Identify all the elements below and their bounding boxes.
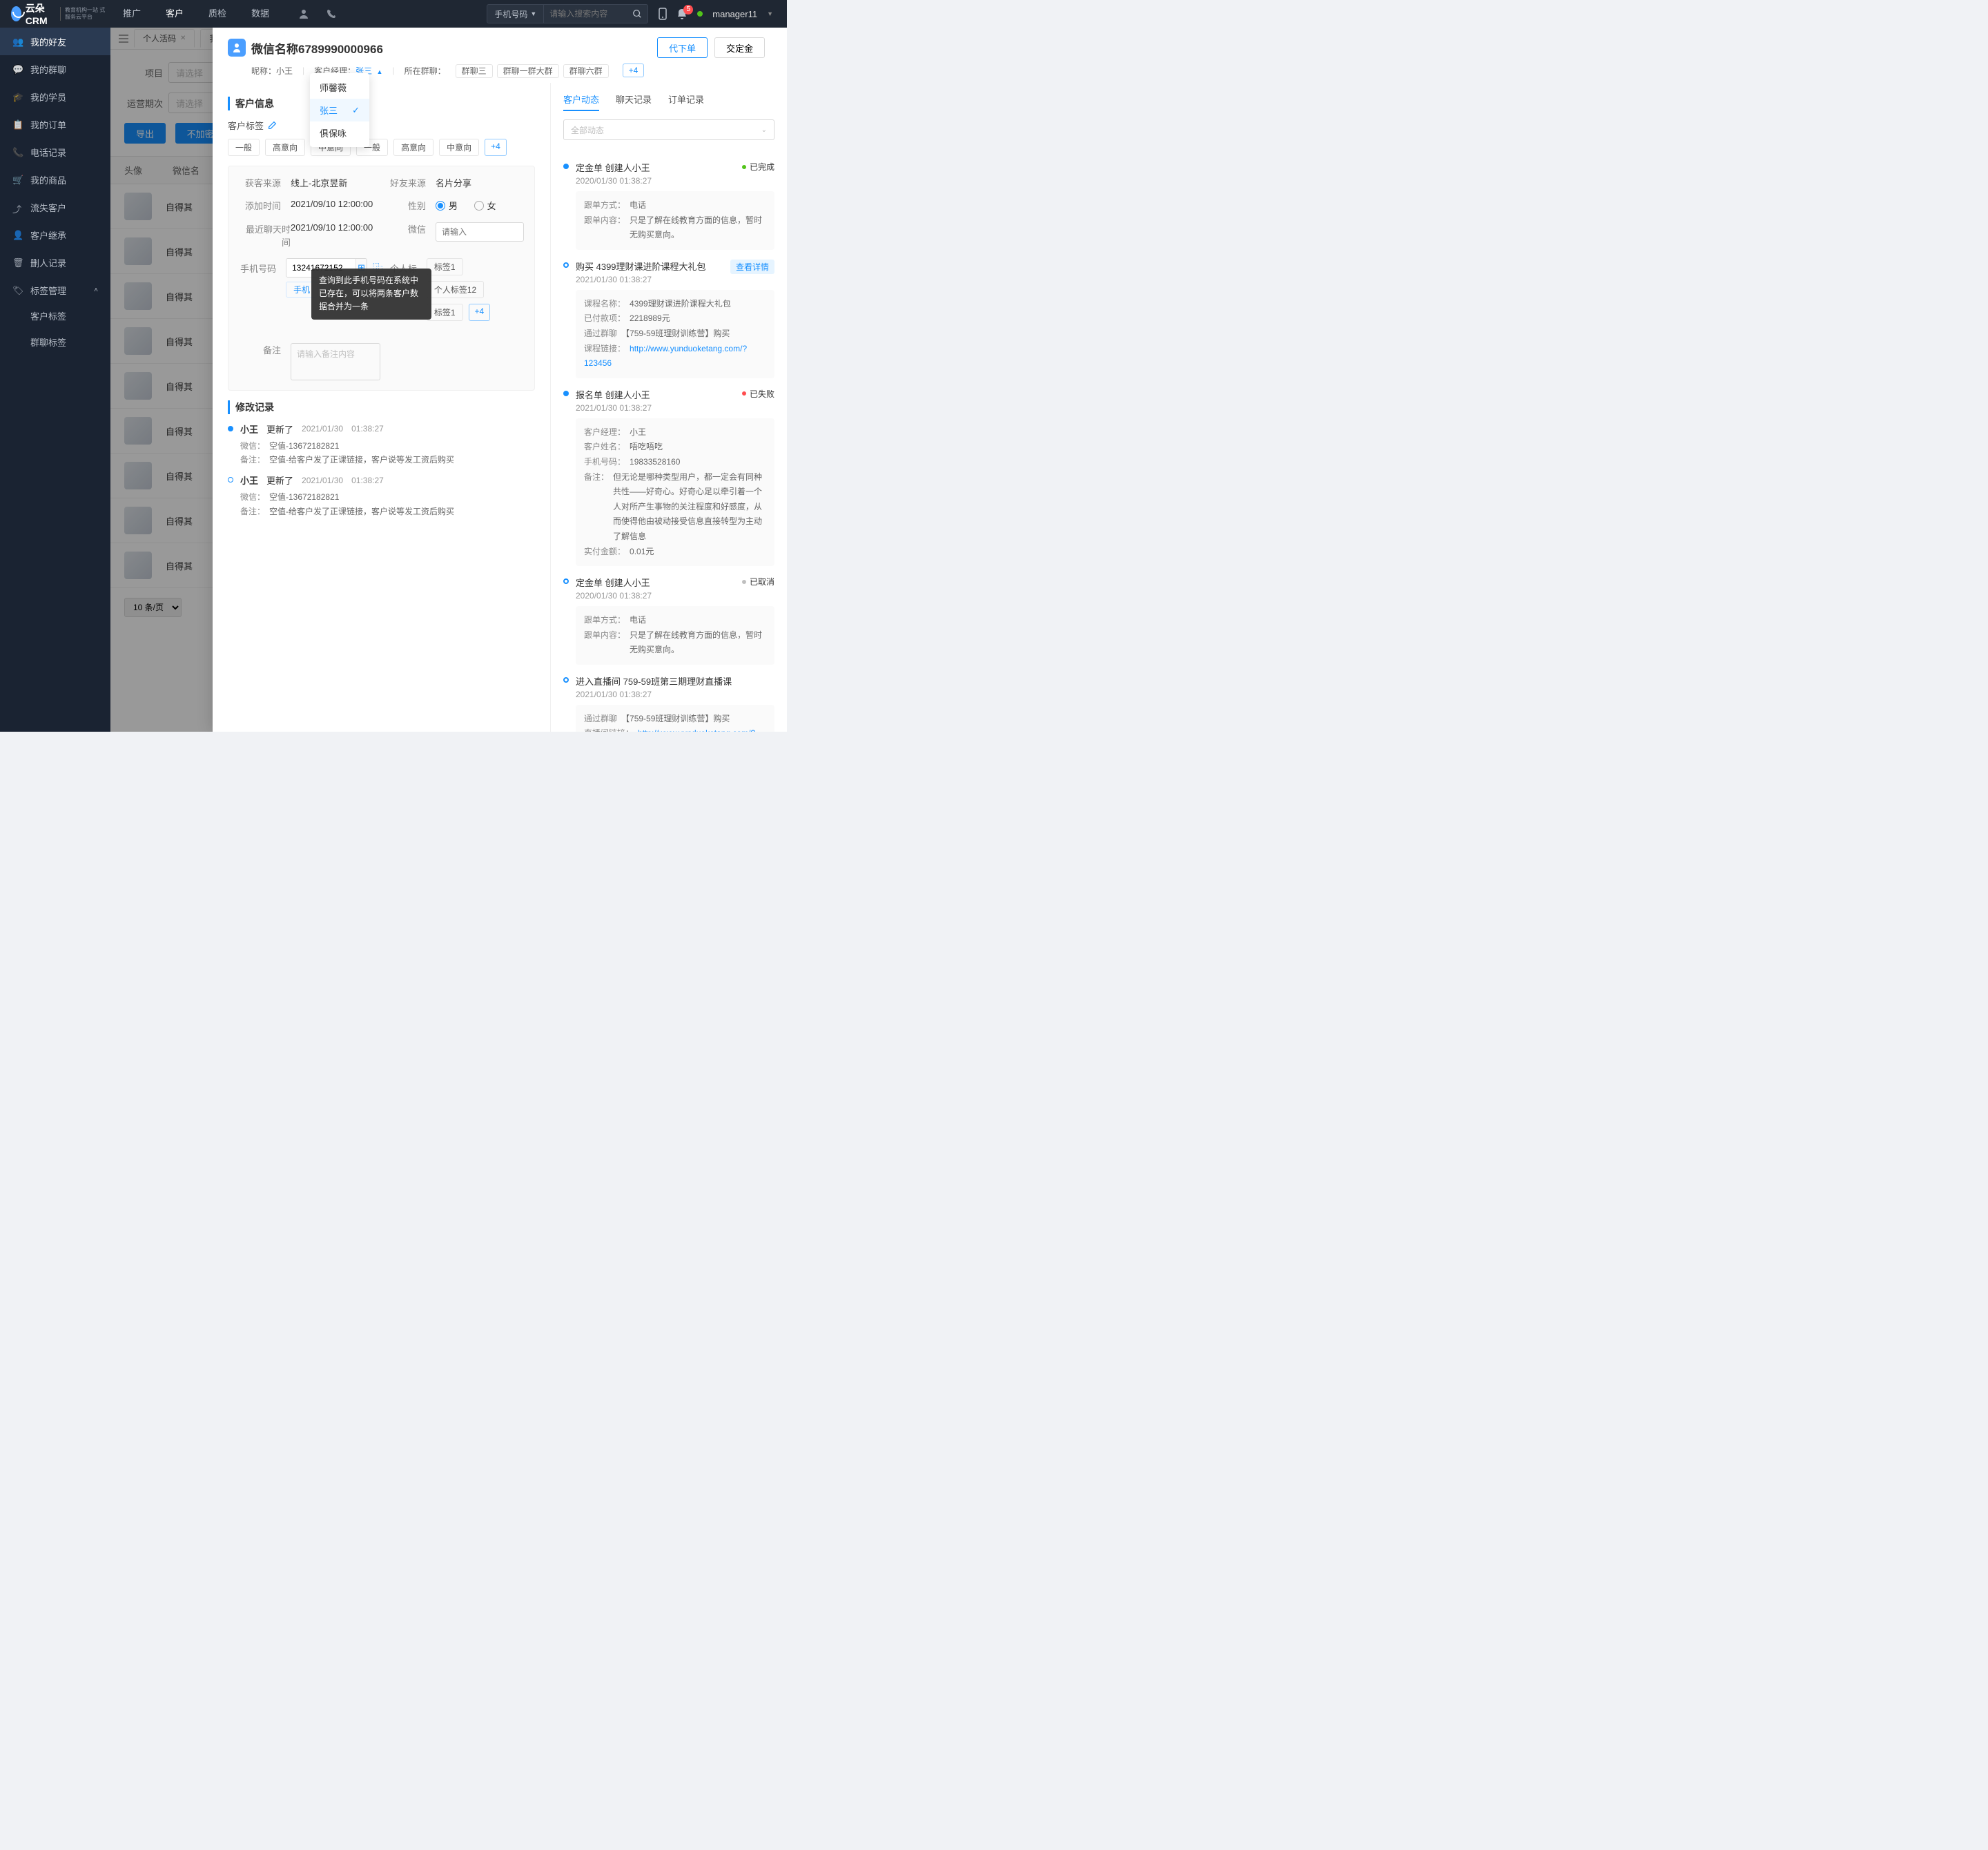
sidebar-sub-item[interactable]: 群聊标签 xyxy=(0,330,110,356)
wechat-input[interactable] xyxy=(436,222,524,242)
chevron-up-icon: ▲ xyxy=(377,68,383,75)
customer-panel: 微信名称6789990000966 代下单 交定金 昵称：小王 | 客户经理：张… xyxy=(213,28,787,732)
remark-textarea[interactable]: 请输入备注内容 xyxy=(291,343,380,380)
sidebar-icon: 📋 xyxy=(12,119,22,129)
sidebar-icon: ⤴ xyxy=(12,202,22,212)
mobile-icon[interactable] xyxy=(658,8,667,20)
group-chip[interactable]: 群聊六群 xyxy=(563,64,609,78)
sidebar-item[interactable]: 🗑删人记录 xyxy=(0,249,110,276)
dropdown-item[interactable]: 俱保咏 xyxy=(310,121,369,144)
timeline-dot xyxy=(563,262,569,268)
tag[interactable]: 高意向 xyxy=(393,139,433,156)
user-icon[interactable] xyxy=(298,8,309,19)
panel-title: 微信名称6789990000966 xyxy=(251,39,383,57)
activity-filter-select[interactable]: 全部动态⌄ xyxy=(563,119,774,140)
topnav-tab[interactable]: 质检 xyxy=(196,0,239,28)
gender-female-radio[interactable]: 女 xyxy=(474,199,496,212)
group-chip[interactable]: 群聊三 xyxy=(456,64,493,78)
right-tab[interactable]: 聊天记录 xyxy=(616,88,652,111)
personal-tag[interactable]: 标签1 xyxy=(427,258,463,275)
user-menu[interactable]: manager11 xyxy=(712,9,757,19)
timeline-dot xyxy=(228,477,233,483)
sidebar-item[interactable]: ⤴流失客户 xyxy=(0,193,110,221)
timeline-dot xyxy=(228,426,233,431)
timeline-dot xyxy=(563,164,569,169)
sidebar-item[interactable]: 🎓我的学员 xyxy=(0,83,110,110)
timeline-dot xyxy=(563,578,569,584)
search-box: 手机号码 ▼ xyxy=(487,4,648,23)
tag-more[interactable]: +4 xyxy=(469,304,491,321)
tag[interactable]: 高意向 xyxy=(265,139,305,156)
personal-tag[interactable]: 标签1 xyxy=(427,304,463,321)
timeline-dot xyxy=(563,391,569,396)
topnav-tab[interactable]: 推广 xyxy=(110,0,153,28)
sidebar-item[interactable]: 📞电话记录 xyxy=(0,138,110,166)
phone-icon[interactable] xyxy=(326,8,337,19)
dropdown-item[interactable]: 张三✓ xyxy=(310,99,369,121)
sidebar-item[interactable]: 👥我的好友 xyxy=(0,28,110,55)
logo-icon xyxy=(11,6,21,21)
sidebar-icon: 👤 xyxy=(12,230,22,240)
sidebar-icon: 👥 xyxy=(12,37,22,46)
chevron-up-icon: ˄ xyxy=(94,286,98,294)
topnav-tab[interactable]: 数据 xyxy=(239,0,282,28)
chevron-down-icon: ▼ xyxy=(767,10,773,17)
sidebar-item[interactable]: 📋我的订单 xyxy=(0,110,110,138)
search-input[interactable] xyxy=(544,5,627,23)
sidebar-item[interactable]: 👤客户继承 xyxy=(0,221,110,249)
sidebar-item[interactable]: 💬我的群聊 xyxy=(0,55,110,83)
status-dot xyxy=(697,11,703,17)
sidebar-icon: 🛒 xyxy=(12,175,22,184)
timeline-dot xyxy=(563,677,569,683)
group-more[interactable]: +4 xyxy=(623,64,645,77)
sidebar-item[interactable]: 🏷标签管理˄ xyxy=(0,276,110,304)
right-tab[interactable]: 订单记录 xyxy=(668,88,704,111)
sidebar: 👥我的好友💬我的群聊🎓我的学员📋我的订单📞电话记录🛒我的商品⤴流失客户👤客户继承… xyxy=(0,28,110,732)
personal-tag[interactable]: 个人标签12 xyxy=(427,281,484,298)
tag[interactable]: 一般 xyxy=(228,139,260,156)
phone-merge-tooltip: 查询到此手机号码在系统中已存在，可以将两条客户数据合并为一条 xyxy=(311,269,431,320)
pay-deposit-button[interactable]: 交定金 xyxy=(714,37,765,58)
topnav: 云朵CRM 教育机构一站 式服务云平台 推广客户质检数据 手机号码 ▼ 5 ma… xyxy=(0,0,787,28)
place-order-button[interactable]: 代下单 xyxy=(657,37,708,58)
edit-icon[interactable] xyxy=(268,121,277,130)
notification-icon[interactable]: 5 xyxy=(677,8,688,20)
group-chip[interactable]: 群聊一群大群 xyxy=(497,64,559,78)
search-button[interactable] xyxy=(627,4,647,23)
sidebar-icon: 🗑 xyxy=(12,257,22,267)
topnav-tab[interactable]: 客户 xyxy=(153,0,196,28)
sidebar-item[interactable]: 🛒我的商品 xyxy=(0,166,110,193)
manager-dropdown: 师馨薇张三✓俱保咏 xyxy=(310,73,369,147)
customer-icon xyxy=(228,39,246,57)
sidebar-sub-item[interactable]: 客户标签 xyxy=(0,304,110,330)
tag[interactable]: 中意向 xyxy=(439,139,479,156)
tag-more[interactable]: +4 xyxy=(485,139,507,156)
logo[interactable]: 云朵CRM 教育机构一站 式服务云平台 xyxy=(0,1,110,26)
search-type-select[interactable]: 手机号码 ▼ xyxy=(487,5,544,23)
gender-male-radio[interactable]: 男 xyxy=(436,199,458,212)
sidebar-icon: 🏷 xyxy=(12,285,22,295)
sidebar-icon: 💬 xyxy=(12,64,22,74)
sidebar-icon: 🎓 xyxy=(12,92,22,101)
right-tab[interactable]: 客户动态 xyxy=(563,88,599,111)
see-detail[interactable]: 查看详情 xyxy=(730,260,774,274)
sidebar-icon: 📞 xyxy=(12,147,22,157)
dropdown-item[interactable]: 师馨薇 xyxy=(310,76,369,99)
